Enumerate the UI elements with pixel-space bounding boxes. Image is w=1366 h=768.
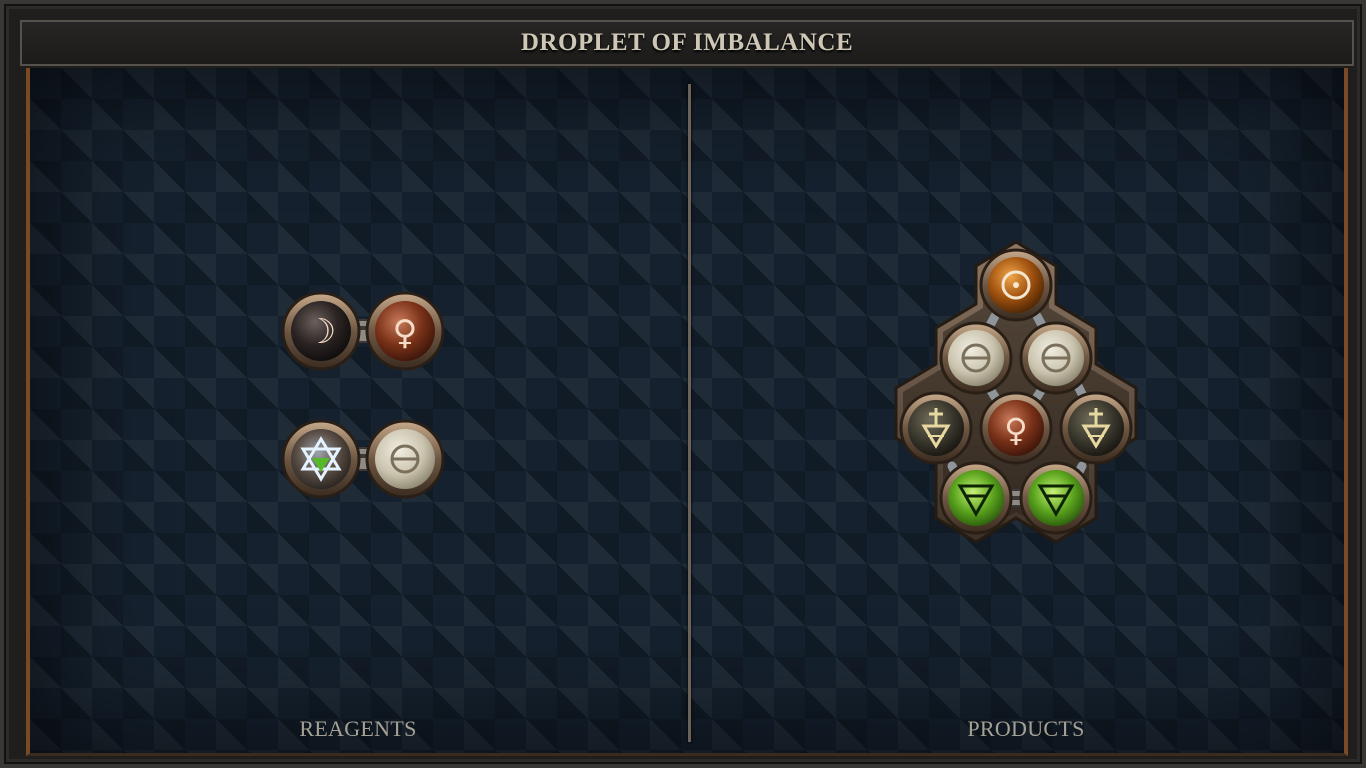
title-bar: DROPLET OF IMBALANCE xyxy=(20,20,1354,66)
products-label: PRODUCTS xyxy=(967,716,1085,741)
reagent-1: ☽ ♀ xyxy=(281,291,445,371)
atom-copper: ♀ xyxy=(979,391,1053,465)
atom-salt-moon: ☽ xyxy=(281,291,361,371)
atom-salt xyxy=(939,321,1013,395)
product-molecule: ♀ xyxy=(894,240,1138,544)
atom-earth xyxy=(939,461,1013,535)
venus-icon: ♀ xyxy=(393,313,418,353)
venus-icon: ♀ xyxy=(1004,411,1027,449)
page-title: DROPLET OF IMBALANCE xyxy=(520,29,854,56)
recipe-board: ☽ ♀ ♀ REAGENTS PRODUCTS xyxy=(26,68,1348,756)
atom-copper: ♀ xyxy=(365,291,445,371)
atom-salt xyxy=(365,419,445,499)
atom-earth-sulfur xyxy=(1059,391,1133,465)
atom-gold xyxy=(979,248,1053,322)
atom-earth-sulfur xyxy=(899,391,973,465)
moon-icon: ☽ xyxy=(306,312,336,352)
window-frame: DROPLET OF IMBALANCE ☽ ♀ ♀ REAGENTS PROD… xyxy=(0,0,1366,768)
reagents-label: REAGENTS xyxy=(299,716,417,741)
atom-earth xyxy=(1019,461,1093,535)
atom-salt xyxy=(1019,321,1093,395)
molecule-canvas: ☽ ♀ ♀ xyxy=(281,240,1138,544)
reagent-2 xyxy=(281,419,445,499)
atom-quintessence xyxy=(281,419,361,499)
